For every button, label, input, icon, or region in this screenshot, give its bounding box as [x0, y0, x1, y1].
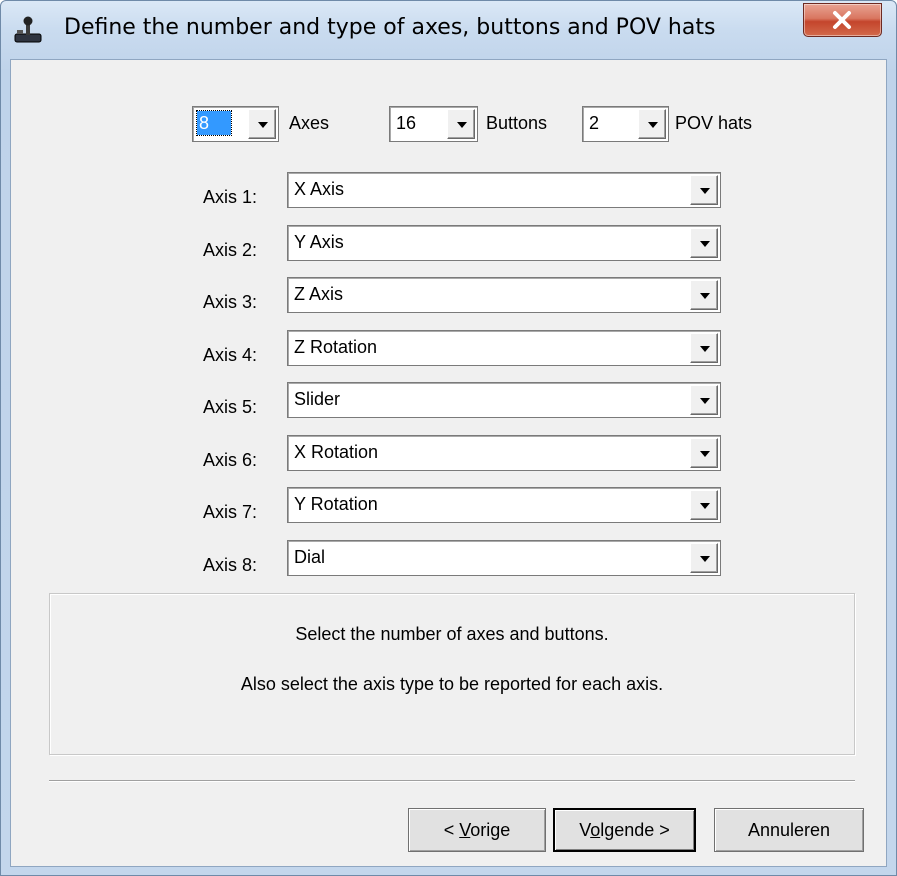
info-line-2: Also select the axis type to be reported…	[240, 674, 664, 694]
axes-count-value: 8	[196, 110, 232, 136]
axis-2-type-combo[interactable]: Y Axis	[287, 225, 721, 261]
dropdown-button[interactable]	[690, 438, 718, 468]
axis-8-type-value: Dial	[294, 547, 326, 567]
dialog-window: Define the number and type of axes, butt…	[0, 0, 897, 876]
axis-4-type-value: Z Rotation	[294, 337, 378, 357]
axis-8-type-combo[interactable]: Dial	[287, 540, 721, 576]
axis-2-label: Axis 2:	[203, 240, 258, 260]
axis-5-type-value: Slider	[294, 389, 341, 409]
back-button-prefix: <	[443, 820, 460, 840]
pov-count-combo[interactable]: 2	[582, 106, 669, 142]
dialog-client-area: 8 Axes 16 Buttons 2 POV hats Axis 1: X A…	[10, 59, 887, 867]
chevron-down-icon	[700, 503, 710, 509]
buttons-label: Buttons	[486, 113, 548, 133]
next-button-mnemonic: o	[590, 820, 601, 840]
chevron-down-icon	[700, 398, 710, 404]
dropdown-button[interactable]	[690, 175, 718, 205]
axis-3-type-combo[interactable]: Z Axis	[287, 277, 721, 313]
dropdown-button[interactable]	[690, 490, 718, 520]
chevron-down-icon	[648, 122, 658, 128]
axis-2-type-value: Y Axis	[294, 232, 344, 252]
axis-6-label: Axis 6:	[203, 450, 258, 470]
back-button[interactable]: < Vorige	[408, 808, 546, 852]
axis-1-type-combo[interactable]: X Axis	[287, 172, 721, 208]
axes-count-combo[interactable]: 8	[192, 106, 279, 142]
dropdown-button[interactable]	[690, 385, 718, 415]
dropdown-button[interactable]	[248, 109, 276, 139]
axis-5-type-combo[interactable]: Slider	[287, 382, 721, 418]
axis-6-type-combo[interactable]: X Rotation	[287, 435, 721, 471]
axis-5-label: Axis 5:	[203, 397, 258, 417]
axis-3-type-value: Z Axis	[294, 284, 344, 304]
next-button-rest: lgende >	[600, 820, 670, 840]
next-button-prefix: V	[579, 820, 591, 840]
axis-6-type-value: X Rotation	[294, 442, 379, 462]
dropdown-button[interactable]	[690, 228, 718, 258]
axis-7-type-combo[interactable]: Y Rotation	[287, 487, 721, 523]
dropdown-button[interactable]	[690, 543, 718, 573]
chevron-down-icon	[457, 122, 467, 128]
window-title: Define the number and type of axes, butt…	[64, 15, 716, 40]
buttons-count-value: 16	[396, 113, 417, 133]
chevron-down-icon	[700, 556, 710, 562]
buttons-count-combo[interactable]: 16	[389, 106, 478, 142]
divider	[49, 780, 855, 782]
joystick-icon	[13, 16, 43, 44]
chevron-down-icon	[700, 346, 710, 352]
back-button-mnemonic: V	[459, 820, 471, 840]
chevron-down-icon	[258, 122, 268, 128]
chevron-down-icon	[700, 451, 710, 457]
axis-1-type-value: X Axis	[294, 179, 345, 199]
next-button[interactable]: Volgende >	[553, 808, 696, 852]
chevron-down-icon	[700, 293, 710, 299]
cancel-button[interactable]: Annuleren	[714, 808, 864, 852]
axis-4-type-combo[interactable]: Z Rotation	[287, 330, 721, 366]
axis-8-label: Axis 8:	[203, 555, 258, 575]
chevron-down-icon	[700, 241, 710, 247]
info-line-1: Select the number of axes and buttons.	[295, 624, 609, 644]
axis-7-label: Axis 7:	[203, 502, 258, 522]
dropdown-button[interactable]	[690, 333, 718, 363]
close-icon	[833, 11, 851, 29]
dropdown-button[interactable]	[690, 280, 718, 310]
info-panel: Select the number of axes and buttons. A…	[49, 593, 855, 755]
pov-label: POV hats	[675, 113, 753, 133]
axis-1-label: Axis 1:	[203, 187, 258, 207]
title-bar[interactable]: Define the number and type of axes, butt…	[1, 1, 896, 59]
close-button[interactable]	[803, 3, 882, 37]
axis-7-type-value: Y Rotation	[294, 494, 378, 514]
axes-label: Axes	[289, 113, 330, 133]
chevron-down-icon	[700, 188, 710, 194]
dropdown-button[interactable]	[638, 109, 666, 139]
axis-4-label: Axis 4:	[203, 345, 258, 365]
axis-3-label: Axis 3:	[203, 292, 258, 312]
dropdown-button[interactable]	[447, 109, 475, 139]
back-button-rest: orige	[470, 820, 511, 840]
pov-count-value: 2	[589, 113, 600, 133]
